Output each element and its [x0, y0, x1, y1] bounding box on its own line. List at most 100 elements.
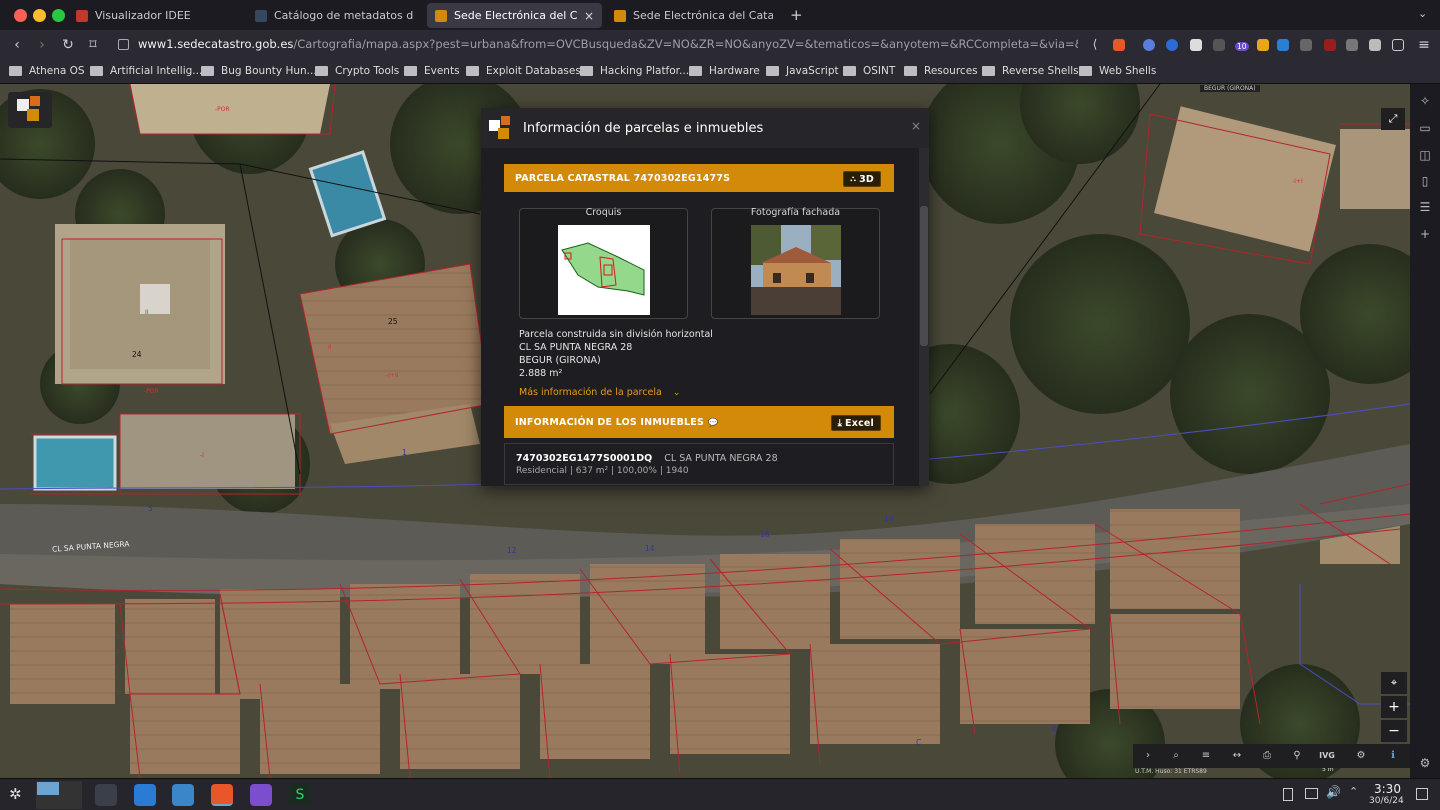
- clock-time[interactable]: 3:30: [1374, 782, 1401, 796]
- workspace-pager[interactable]: [36, 781, 82, 809]
- brave-shield-icon[interactable]: [1113, 39, 1125, 51]
- obsidian-icon[interactable]: [250, 784, 272, 806]
- zoom-out-button[interactable]: −: [1381, 720, 1407, 742]
- property-row[interactable]: 7470302EG1477S0001DQ CL SA PUNTA NEGRA 2…: [504, 443, 894, 485]
- volume-icon[interactable]: 🔊: [1326, 785, 1341, 799]
- parcel-use-label: -I: [200, 452, 204, 459]
- parcel-number-label: 5: [148, 504, 153, 513]
- ublock-icon[interactable]: [1324, 39, 1336, 51]
- parcel-use-label: II: [145, 309, 149, 316]
- dialog-body: PARCELA CATASTRAL 7470302EG1477S ⛬ 3D Cr…: [481, 148, 929, 486]
- address-bar[interactable]: www1.sedecatastro.gob.es/Cartografia/map…: [138, 37, 1078, 51]
- extension-icon[interactable]: [1300, 39, 1312, 51]
- collapse-toolbar-icon[interactable]: ›: [1133, 744, 1163, 768]
- window-close-button[interactable]: [14, 9, 27, 22]
- bookmark-icon[interactable]: ⌑: [81, 37, 105, 53]
- reload-icon[interactable]: ↻: [56, 37, 80, 53]
- extension-icon[interactable]: [1346, 39, 1358, 51]
- window-minimize-button[interactable]: [33, 9, 46, 22]
- extension-icon[interactable]: [1190, 39, 1202, 51]
- clock-date[interactable]: 30/6/24: [1369, 796, 1404, 806]
- print-icon[interactable]: ⎙: [1252, 744, 1282, 768]
- ivg-button[interactable]: IVG: [1312, 744, 1342, 768]
- monitor-icon[interactable]: [1305, 788, 1318, 799]
- file-manager-icon[interactable]: [172, 784, 194, 806]
- croquis-card[interactable]: Croquis: [519, 207, 688, 319]
- tray-expand-icon[interactable]: ⌃: [1349, 785, 1358, 798]
- bookmark-item[interactable]: Hardware: [689, 65, 760, 77]
- extension-badge[interactable]: 10: [1235, 42, 1249, 51]
- tab-list-chevron-icon[interactable]: ⌄: [1418, 7, 1427, 20]
- utm-label: U.T.M. Huso: 31 ETRS89: [1135, 768, 1207, 775]
- tab-catalogo[interactable]: Catálogo de metadatos de la In: [247, 3, 422, 28]
- extension-icon[interactable]: [1166, 39, 1178, 51]
- locate-icon[interactable]: ⌖: [1381, 672, 1407, 694]
- bookmark-item[interactable]: Reverse Shells: [982, 65, 1079, 77]
- window-maximize-button[interactable]: [52, 9, 65, 22]
- download-icon: ⤓: [837, 417, 843, 429]
- store-app-icon[interactable]: [134, 784, 156, 806]
- layers-icon[interactable]: ≡: [1191, 744, 1221, 768]
- bookmark-item[interactable]: Resources: [904, 65, 978, 77]
- tab-visualizador[interactable]: Visualizador IDEE: [68, 3, 243, 28]
- menu-icon[interactable]: ≡: [1412, 37, 1436, 53]
- municipality-corner-label: BEGUR (GIRONA): [1200, 85, 1260, 92]
- bookmark-item[interactable]: OSINT: [843, 65, 895, 77]
- catastro-logo[interactable]: [8, 92, 52, 128]
- reading-list-icon[interactable]: ▭: [1418, 121, 1432, 135]
- bookmark-item[interactable]: JavaScript: [766, 65, 839, 77]
- folder-icon: [466, 66, 479, 76]
- add-panel-icon[interactable]: +: [1418, 227, 1432, 241]
- extension-icon[interactable]: [1257, 39, 1269, 51]
- extension-icon[interactable]: [1277, 39, 1289, 51]
- settings-gear-icon[interactable]: ⚙: [1418, 756, 1432, 770]
- bookmark-item[interactable]: Crypto Tools: [315, 65, 399, 77]
- more-info-link[interactable]: Más información de la parcela ⌄: [519, 387, 680, 398]
- tab-catastro[interactable]: Sede Electrónica del Catastro - C: [606, 3, 781, 28]
- scrollbar-thumb[interactable]: [920, 206, 928, 346]
- terminal-app-icon[interactable]: S: [289, 784, 311, 806]
- facade-photo-card[interactable]: Fotografía fachada: [711, 207, 880, 319]
- bookmark-item[interactable]: Web Shells: [1079, 65, 1156, 77]
- bookmarks-panel-icon[interactable]: ▯: [1418, 174, 1432, 188]
- 3d-view-icon[interactable]: ⚙: [1346, 744, 1376, 768]
- brave-browser-icon[interactable]: [211, 784, 233, 806]
- settings-app-icon[interactable]: [95, 784, 117, 806]
- folder-icon: [201, 66, 214, 76]
- coordinates-icon[interactable]: ⚲: [1282, 744, 1312, 768]
- leo-ai-icon[interactable]: ✧: [1418, 94, 1432, 108]
- bookmark-item[interactable]: Hacking Platfor...: [580, 65, 689, 77]
- extension-icon[interactable]: [1143, 39, 1155, 51]
- info-icon[interactable]: ℹ: [1378, 744, 1408, 768]
- folder-icon: [689, 66, 702, 76]
- tab-title: Sede Electrónica del Catastro - C: [633, 9, 773, 22]
- tab-close-icon[interactable]: ×: [584, 9, 594, 23]
- clipboard-icon[interactable]: [1283, 788, 1293, 801]
- view-3d-button[interactable]: ⛬ 3D: [843, 171, 881, 187]
- measure-icon[interactable]: ↔: [1222, 744, 1252, 768]
- bookmark-item[interactable]: Events: [404, 65, 460, 77]
- tab-catastro-active[interactable]: Sede Electrónica del Catastr ×: [427, 3, 602, 28]
- forward-arrow-icon[interactable]: ›: [30, 37, 54, 53]
- wallet-icon[interactable]: ◫: [1418, 148, 1432, 162]
- excel-export-button[interactable]: ⤓ Excel: [830, 415, 881, 431]
- puzzle-icon[interactable]: [1369, 39, 1381, 51]
- app-launcher-icon[interactable]: ✲: [9, 785, 22, 803]
- bookmark-item[interactable]: Exploit Databases: [466, 65, 581, 77]
- back-arrow-icon[interactable]: ‹: [5, 37, 29, 53]
- bookmark-item[interactable]: Athena OS: [9, 65, 85, 77]
- show-desktop-icon[interactable]: [1416, 788, 1428, 800]
- site-info-icon[interactable]: [118, 39, 129, 50]
- dialog-close-icon[interactable]: ×: [911, 119, 921, 133]
- bookmark-item[interactable]: Artificial Intellig...: [90, 65, 202, 77]
- extension-icon[interactable]: [1213, 39, 1225, 51]
- new-tab-button[interactable]: +: [790, 6, 803, 24]
- dialog-scrollbar[interactable]: [919, 148, 929, 486]
- share-icon[interactable]: ⟨: [1083, 37, 1107, 51]
- fullscreen-icon[interactable]: ⤢: [1381, 108, 1405, 130]
- history-icon[interactable]: ☰: [1418, 200, 1432, 214]
- search-icon[interactable]: ⌕: [1161, 744, 1191, 768]
- bookmark-item[interactable]: Bug Bounty Hun...: [201, 65, 317, 77]
- zoom-in-button[interactable]: +: [1381, 696, 1407, 718]
- sidebar-toggle-icon[interactable]: [1392, 39, 1404, 51]
